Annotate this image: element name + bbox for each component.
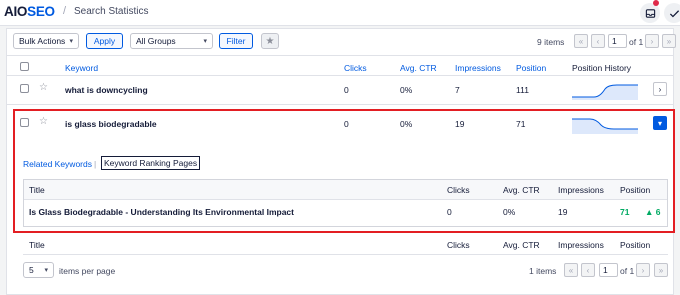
items-count: 9 items (537, 37, 565, 47)
next-page-button[interactable]: › (636, 263, 650, 277)
breadcrumb: Search Statistics (74, 6, 149, 17)
items-per-page-select[interactable]: 5 ▾ (23, 262, 54, 278)
page-number-input[interactable]: 1 (608, 34, 627, 48)
page-of-label: of 1 (620, 266, 635, 276)
last-page-button[interactable]: » (662, 34, 676, 48)
chevron-down-icon: ▾ (44, 267, 48, 274)
page-of-label: of 1 (629, 37, 644, 47)
column-avg-ctr[interactable]: Avg. CTR (400, 63, 437, 73)
help-icon[interactable] (664, 3, 680, 23)
breadcrumb-separator: / (63, 5, 67, 17)
highlight-box (13, 109, 675, 233)
expand-row-button[interactable]: › (653, 82, 667, 96)
apply-button[interactable]: Apply (86, 33, 123, 49)
column-clicks[interactable]: Clicks (344, 63, 367, 73)
chevron-right-icon: › (658, 84, 662, 94)
first-page-button[interactable]: « (574, 34, 588, 48)
star-icon: ★ (265, 35, 275, 47)
page-number-input[interactable]: 1 (599, 263, 618, 277)
last-page-button[interactable]: » (654, 263, 668, 277)
chevron-down-icon: ▾ (203, 38, 207, 45)
impressions-value: 7 (455, 85, 460, 95)
chevron-down-icon: ▾ (69, 38, 73, 45)
top-bar: AIOSEO / Search Statistics (0, 0, 680, 26)
aioseo-logo: AIOSEO (4, 4, 55, 19)
star-icon[interactable]: ☆ (39, 83, 48, 93)
footer-column-clicks: Clicks (447, 240, 470, 250)
keyword-link[interactable]: what is downcycling (65, 85, 148, 95)
next-page-button[interactable]: › (645, 34, 659, 48)
footer-column-impressions: Impressions (558, 240, 604, 250)
prev-page-button[interactable]: ‹ (591, 34, 605, 48)
row-checkbox[interactable] (20, 84, 29, 93)
notification-badge (653, 0, 659, 6)
divider (7, 55, 673, 56)
divider (7, 75, 673, 76)
first-page-button[interactable]: « (564, 263, 578, 277)
position-history-sparkline (572, 84, 638, 100)
column-position-history: Position History (572, 63, 632, 73)
filter-button[interactable]: Filter (219, 33, 253, 49)
divider (23, 254, 668, 255)
footer-column-position: Position (620, 240, 651, 250)
items-count: 1 items (529, 266, 557, 276)
prev-page-button[interactable]: ‹ (581, 263, 595, 277)
items-per-page-label: items per page (59, 266, 116, 276)
inbox-icon[interactable] (640, 3, 660, 23)
column-impressions[interactable]: Impressions (455, 63, 501, 73)
divider (7, 104, 673, 105)
footer-column-avg-ctr: Avg. CTR (503, 240, 540, 250)
select-all-checkbox[interactable] (20, 62, 29, 71)
bulk-actions-select[interactable]: Bulk Actions ▾ (13, 33, 79, 49)
position-value: 111 (516, 85, 529, 95)
all-groups-select[interactable]: All Groups ▾ (130, 33, 213, 49)
ctr-value: 0% (400, 85, 413, 95)
column-keyword[interactable]: Keyword (65, 63, 98, 73)
column-position[interactable]: Position (516, 63, 546, 73)
footer-column-title: Title (29, 240, 45, 250)
star-filter-button[interactable]: ★ (261, 33, 279, 49)
clicks-value: 0 (344, 85, 349, 95)
